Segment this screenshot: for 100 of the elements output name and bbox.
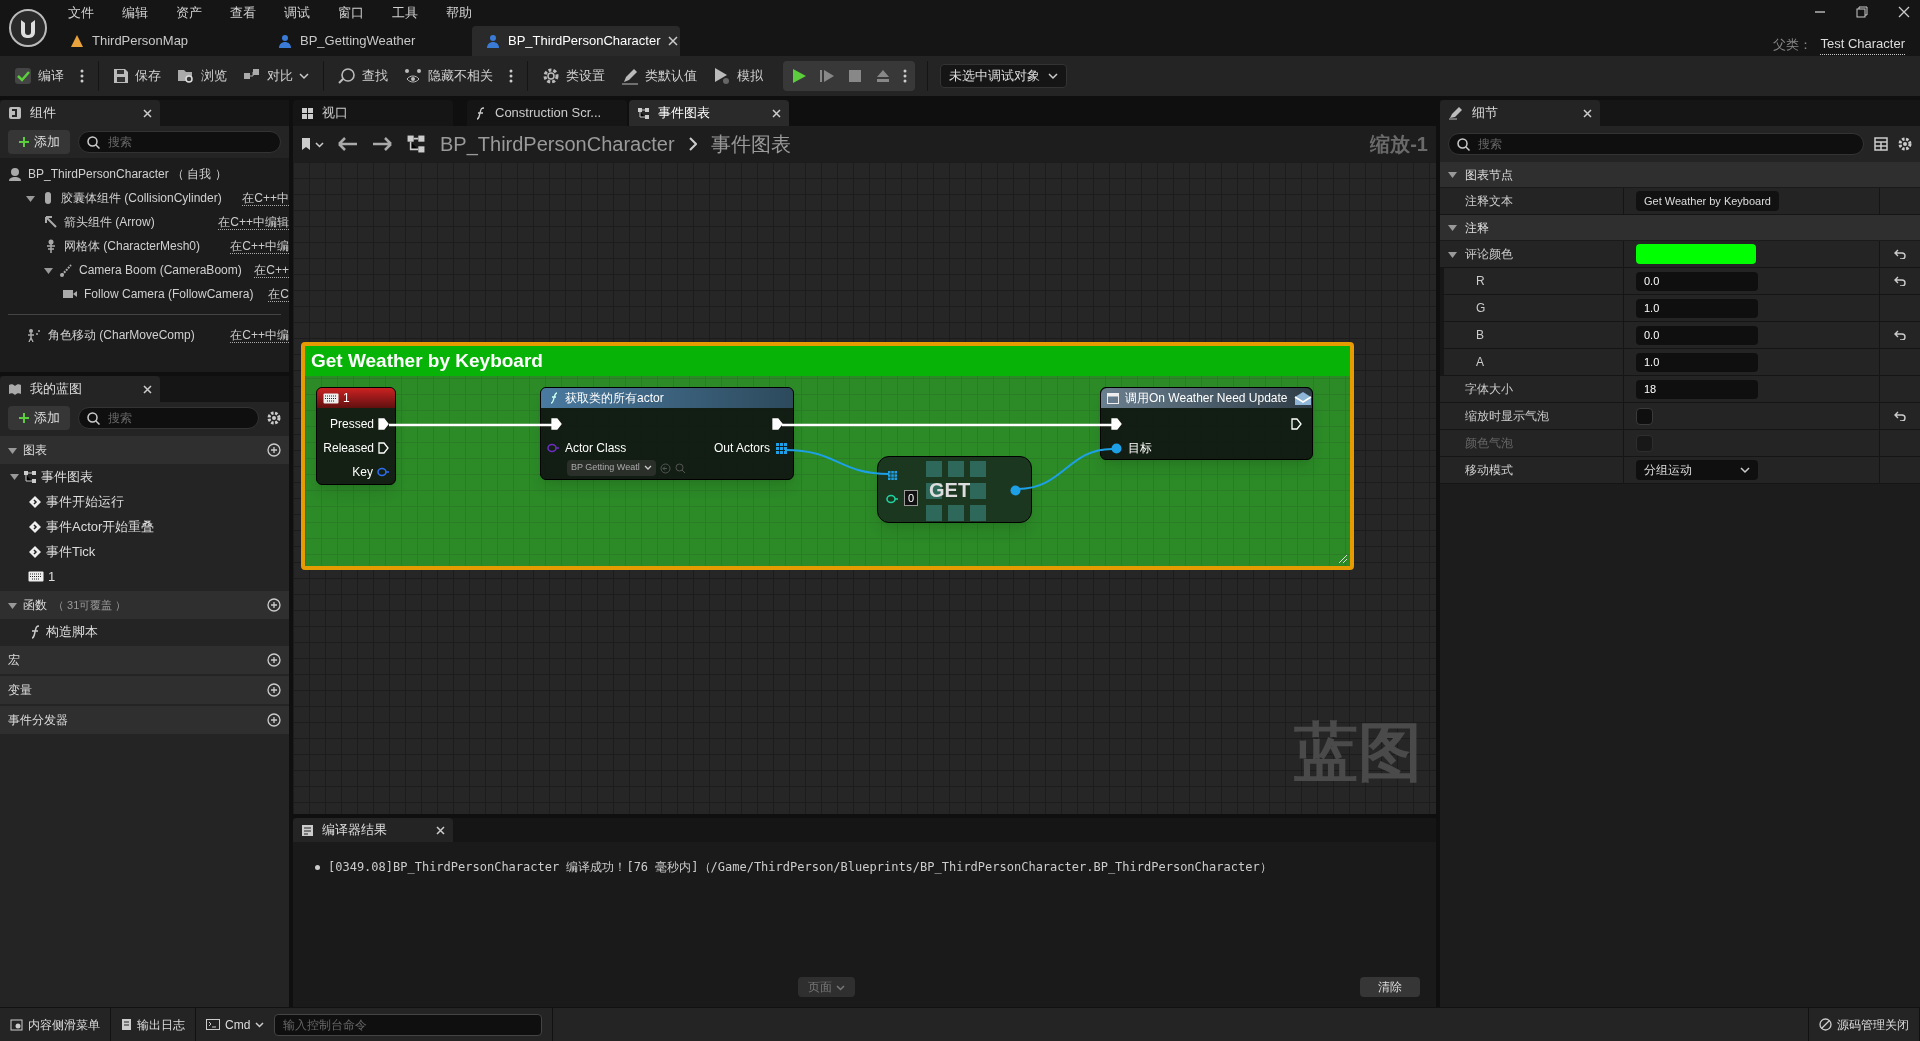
edit-in-cpp-link[interactable]: 在C++ <box>254 262 289 278</box>
category-header[interactable]: 注释 <box>1440 215 1920 241</box>
edit-in-cpp-link[interactable]: 在C++中编 <box>230 327 289 343</box>
toolbar-button[interactable]: 浏览 <box>171 61 233 91</box>
toolbar-button[interactable]: 模拟 <box>707 61 769 91</box>
blueprint-node[interactable]: 1 Pressed Released Key <box>316 387 396 485</box>
section-header[interactable]: 宏 <box>0 646 289 674</box>
toolbar-button[interactable]: 对比 <box>237 61 315 91</box>
edit-in-cpp-link[interactable]: 在C++中编辑 <box>218 214 289 230</box>
reset-button[interactable] <box>1894 330 1906 340</box>
toolbar-button[interactable]: 保存 <box>107 61 167 91</box>
search-input[interactable]: 搜索 <box>108 133 272 151</box>
menu-item[interactable]: 资产 <box>176 3 202 23</box>
panel-tab[interactable]: 组件 <box>0 100 160 126</box>
number-field[interactable]: 0.0 <box>1636 325 1758 345</box>
blueprint-tree-item[interactable]: 构造脚本 <box>0 619 289 644</box>
editor-tab[interactable]: Construction Scr... <box>467 100 627 126</box>
menu-item[interactable]: 文件 <box>68 3 94 23</box>
component-tree-item[interactable]: 角色移动 (CharMoveComp) <box>0 323 195 347</box>
blueprint-tree-item[interactable]: 事件Actor开始重叠 <box>0 514 289 539</box>
section-header[interactable]: 图表 <box>0 436 289 464</box>
toolbar-button[interactable]: 类默认值 <box>615 61 703 91</box>
step-button[interactable] <box>819 68 835 84</box>
component-tree-item[interactable]: Camera Boom (CameraBoom) <box>0 258 242 282</box>
parent-class-link[interactable]: Test Character <box>1820 34 1905 55</box>
movement-icon <box>26 328 42 342</box>
debug-target-dropdown[interactable]: 未选中调试对象 <box>940 64 1067 88</box>
panel-tab[interactable]: 我的蓝图 <box>0 376 160 402</box>
blueprint-tree-item[interactable]: 事件开始运行 <box>0 489 289 514</box>
editor-tab[interactable]: 事件图表 <box>629 100 789 126</box>
document-tab[interactable]: ThirdPersonMap <box>56 26 264 56</box>
panel-tab[interactable]: 细节 <box>1440 100 1600 126</box>
edit-in-cpp-link[interactable]: 在C <box>268 286 289 302</box>
menu-item[interactable]: 编辑 <box>122 3 148 23</box>
color-swatch[interactable] <box>1636 244 1756 264</box>
output-log-button[interactable]: 输出日志 <box>111 1008 196 1041</box>
menu-item[interactable]: 查看 <box>230 3 256 23</box>
console-input[interactable]: 输入控制台命令 <box>274 1013 543 1036</box>
component-tree-item[interactable]: 胶囊体组件 (CollisionCylinder) <box>0 186 222 210</box>
play-button[interactable] <box>791 68 807 84</box>
reset-button[interactable] <box>1894 249 1906 259</box>
number-field[interactable]: 18 <box>1636 379 1758 399</box>
person-icon <box>278 34 292 48</box>
toolbar-button[interactable]: 隐藏不相关 <box>398 61 499 91</box>
section-header[interactable]: 事件分发器 <box>0 706 289 734</box>
menu-item[interactable]: 帮助 <box>446 3 472 23</box>
bookmark-button[interactable] <box>301 137 324 151</box>
number-field[interactable]: 1.0 <box>1636 352 1758 372</box>
panel-tab[interactable]: 编译器结果 <box>293 818 453 842</box>
menu-item[interactable]: 调试 <box>284 3 310 23</box>
section-header[interactable]: 函数 （ 31可覆盖 ） <box>0 591 289 619</box>
checkbox[interactable] <box>1636 407 1653 425</box>
component-tree-item[interactable]: Follow Camera (FollowCamera) <box>0 282 254 306</box>
search-box[interactable]: 搜索 <box>78 407 259 429</box>
eject-button[interactable] <box>875 68 891 84</box>
blueprint-node[interactable]: 0 GET <box>877 456 1032 523</box>
component-tree-item[interactable]: 箭头组件 (Arrow) <box>0 210 155 234</box>
text-field[interactable]: Get Weather by Keyboard <box>1636 191 1779 211</box>
section-header[interactable]: 变量 <box>0 676 289 704</box>
breadcrumb-item[interactable]: BP_ThirdPersonCharacter <box>440 129 675 159</box>
editor-tab[interactable]: 视口 <box>293 100 453 126</box>
search-box[interactable]: 搜索 <box>1448 133 1864 155</box>
document-tab[interactable]: BP_GettingWeather <box>264 26 472 56</box>
component-tree-item[interactable]: 网格体 (CharacterMesh0) <box>0 234 201 258</box>
class-dropdown[interactable]: BP Getting Weatl <box>567 460 656 476</box>
index-field[interactable]: 0 <box>904 490 918 506</box>
cmd-dropdown[interactable]: Cmd <box>196 1008 275 1041</box>
dropdown[interactable]: 分组运动 <box>1636 460 1758 480</box>
blueprint-node[interactable]: 调用On Weather Need Update 目标 <box>1100 387 1313 460</box>
add-button[interactable]: 添加 <box>8 130 70 154</box>
toolbar-button[interactable]: 类设置 <box>536 61 611 91</box>
edit-in-cpp-link[interactable]: 在C++中 <box>242 190 289 206</box>
restore-icon <box>1856 6 1868 18</box>
source-control-button[interactable]: 源码管理关闭 <box>1809 1008 1920 1041</box>
component-tree-item[interactable]: BP_ThirdPersonCharacter （ 自我 ） <box>0 162 289 186</box>
clear-button[interactable]: 清除 <box>1360 977 1420 997</box>
blueprint-tree-item[interactable]: 1 <box>0 564 289 589</box>
number-field[interactable]: 0.0 <box>1636 271 1758 291</box>
category-header[interactable]: 图表节点 <box>1440 162 1920 188</box>
blueprint-tree-item[interactable]: 事件图表 <box>0 464 289 489</box>
menu-item[interactable]: 工具 <box>392 3 418 23</box>
content-drawer-button[interactable]: 内容侧滑菜单 <box>0 1008 111 1041</box>
forward-button[interactable] <box>372 137 392 151</box>
stop-button[interactable] <box>847 68 863 84</box>
back-button[interactable] <box>338 137 358 151</box>
add-button[interactable]: 添加 <box>8 406 70 430</box>
document-tab[interactable]: BP_ThirdPersonCharacter <box>472 26 680 56</box>
blueprint-tree-item[interactable]: 事件Tick <box>0 539 289 564</box>
toolbar-button[interactable]: 编译 <box>8 61 70 91</box>
breadcrumb-item[interactable]: 事件图表 <box>710 129 791 159</box>
reset-button[interactable] <box>1894 411 1906 421</box>
search-box[interactable]: 搜索 <box>78 131 281 153</box>
reset-button[interactable] <box>1894 276 1906 286</box>
menu-item[interactable]: 窗口 <box>338 3 364 23</box>
search-input[interactable]: 搜索 <box>108 409 250 427</box>
pencil-icon <box>621 67 639 85</box>
number-field[interactable]: 1.0 <box>1636 298 1758 318</box>
blueprint-node[interactable]: 获取类的所有actor Actor Class Out Actors BP Getting Weatl <box>540 387 794 480</box>
toolbar-button[interactable]: 查找 <box>332 61 394 91</box>
edit-in-cpp-link[interactable]: 在C++中编 <box>230 238 289 254</box>
